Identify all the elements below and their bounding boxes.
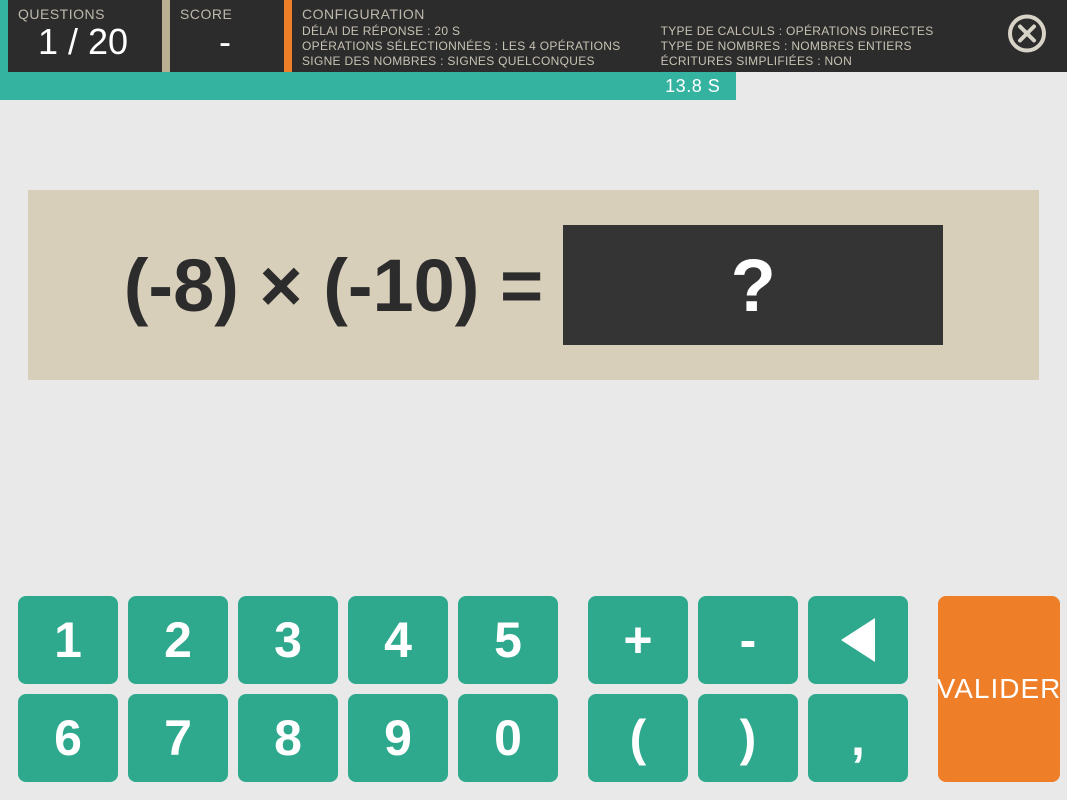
key-plus[interactable]: + [588,596,688,684]
config-label: CONFIGURATION [302,6,934,22]
config-item-value: SIGNES QUELCONQUES [447,54,594,68]
config-item-label: SIGNE DES NOMBRES [302,54,447,68]
digit-grid: 12345 67890 [18,596,558,782]
key-open-paren[interactable]: ( [588,694,688,782]
config-item-value: NOMBRES ENTIERS [791,39,912,53]
question-panel: (-8) × (-10) = ? [28,190,1039,380]
validate-label: VALIDER [937,673,1062,705]
key-8[interactable]: 8 [238,694,338,782]
accent-tan [162,0,170,72]
validate-button[interactable]: VALIDER [938,596,1060,782]
key-9[interactable]: 9 [348,694,448,782]
config-block: CONFIGURATION DÉLAI DE RÉPONSE20 S OPÉRA… [284,0,948,72]
config-item-value: LES 4 OPÉRATIONS [502,39,621,53]
key-1[interactable]: 1 [18,596,118,684]
question-expression: (-8) × (-10) = [124,243,543,328]
config-item-label: TYPE DE NOMBRES [661,39,792,53]
config-item-value: OPÉRATIONS DIRECTES [786,24,934,38]
key-5[interactable]: 5 [458,596,558,684]
answer-placeholder: ? [731,243,776,328]
config-item-label: DÉLAI DE RÉPONSE [302,24,434,38]
timer-track: 13.8 S [0,72,1067,100]
accent-orange [284,0,292,72]
questions-label: QUESTIONS [18,6,148,22]
key-close-paren[interactable]: ) [698,694,798,782]
backspace-icon [841,618,875,662]
score-block: SCORE - [162,0,284,72]
symbol-grid: +-(), [588,596,908,782]
questions-block: QUESTIONS 1 / 20 [0,0,162,72]
config-col-1: DÉLAI DE RÉPONSE20 S OPÉRATIONS SÉLECTIO… [302,24,621,68]
score-value: - [180,22,270,62]
header-bar: QUESTIONS 1 / 20 SCORE - CONFIGURATION D… [0,0,1067,72]
timer-bar: 13.8 S [0,72,736,100]
timer-text: 13.8 S [665,76,720,97]
key-2[interactable]: 2 [128,596,228,684]
key-3[interactable]: 3 [238,596,338,684]
answer-box[interactable]: ? [563,225,943,345]
score-label: SCORE [180,6,270,22]
questions-value: 1 / 20 [18,22,148,62]
key-comma[interactable]: , [808,694,908,782]
accent-teal [0,0,8,72]
config-item-label: OPÉRATIONS SÉLECTIONNÉES [302,39,502,53]
close-button[interactable] [1007,14,1047,59]
key-minus[interactable]: - [698,596,798,684]
config-item-value: NON [824,54,852,68]
key-7[interactable]: 7 [128,694,228,782]
close-icon [1007,14,1047,54]
config-item-label: ÉCRITURES SIMPLIFIÉES [661,54,825,68]
keypad: 1234567890 +-(), VALIDER [18,596,1049,782]
key-6[interactable]: 6 [18,694,118,782]
key-0[interactable]: 0 [458,694,558,782]
key-4[interactable]: 4 [348,596,448,684]
key-backspace[interactable] [808,596,908,684]
config-col-2: TYPE DE CALCULSOPÉRATIONS DIRECTES TYPE … [661,24,934,68]
config-item-value: 20 S [434,24,460,38]
config-item-label: TYPE DE CALCULS [661,24,786,38]
